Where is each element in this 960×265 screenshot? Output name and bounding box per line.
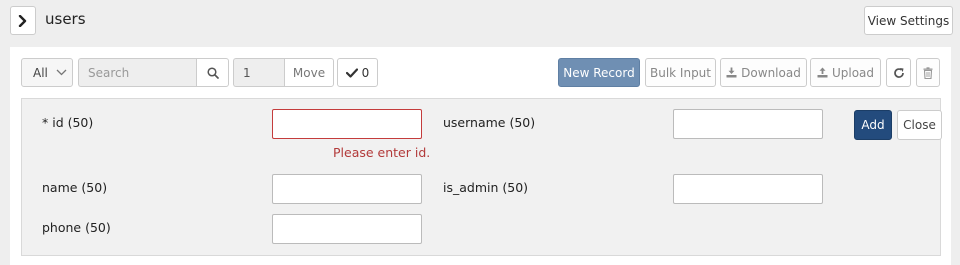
- id-field[interactable]: [272, 109, 422, 139]
- bulk-input-button[interactable]: Bulk Input: [645, 58, 716, 87]
- search-input[interactable]: Search: [78, 58, 197, 87]
- filter-select-value: All: [33, 65, 48, 80]
- selected-count: 0: [361, 65, 370, 80]
- id-label: * id (50): [42, 115, 94, 130]
- new-record-form: * id (50) Please enter id. username (50)…: [21, 98, 942, 256]
- search-button[interactable]: [196, 58, 229, 87]
- upload-button[interactable]: Upload: [810, 58, 881, 87]
- refresh-icon: [893, 67, 904, 78]
- download-label: Download: [741, 65, 801, 80]
- new-record-button[interactable]: New Record: [558, 58, 640, 87]
- upload-icon: [817, 67, 828, 78]
- trash-icon: [923, 66, 933, 79]
- search-icon: [206, 66, 219, 79]
- username-field[interactable]: [673, 109, 823, 139]
- delete-button[interactable]: [916, 58, 940, 87]
- search-placeholder: Search: [88, 65, 130, 80]
- filter-select[interactable]: All: [21, 58, 73, 87]
- is-admin-field[interactable]: [673, 174, 823, 204]
- is-admin-label: is_admin (50): [443, 180, 529, 195]
- refresh-button[interactable]: [886, 58, 911, 87]
- page-number-input[interactable]: 1: [233, 58, 285, 87]
- upload-label: Upload: [831, 65, 875, 80]
- move-button[interactable]: Move: [284, 58, 334, 87]
- chevron-right-icon: [18, 14, 27, 27]
- page-title: users: [45, 10, 86, 28]
- download-icon: [726, 67, 737, 78]
- page-number-value: 1: [243, 65, 251, 80]
- phone-label: phone (50): [42, 220, 111, 235]
- view-settings-button[interactable]: View Settings: [864, 6, 953, 35]
- download-button[interactable]: Download: [720, 58, 807, 87]
- sidebar-toggle-button[interactable]: [10, 6, 36, 35]
- selected-count-button[interactable]: 0: [337, 58, 378, 87]
- name-label: name (50): [42, 180, 108, 195]
- records-panel: All Search 1 Move 0 New Record Bulk Inpu…: [10, 47, 951, 265]
- check-icon: [345, 67, 358, 78]
- close-button[interactable]: Close: [897, 110, 942, 140]
- add-button[interactable]: Add: [854, 110, 892, 140]
- username-label: username (50): [443, 115, 536, 130]
- phone-field[interactable]: [272, 214, 422, 244]
- name-field[interactable]: [272, 174, 422, 204]
- chevron-down-icon: [56, 69, 67, 76]
- id-error-message: Please enter id.: [333, 145, 431, 160]
